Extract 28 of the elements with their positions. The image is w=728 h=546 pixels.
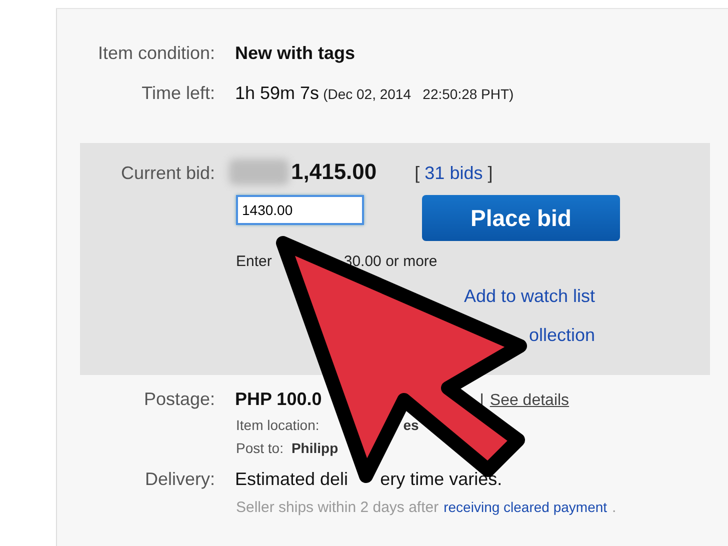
field-label: Delivery: — [144, 469, 216, 490]
field-value: es — [403, 417, 419, 433]
bid-amount: 1,415.00 — [291, 159, 377, 185]
details-link[interactable]: See details — [490, 392, 570, 410]
action-link[interactable]: ollection — [528, 325, 595, 346]
payment-link[interactable]: receiving cleared payment — [444, 499, 608, 516]
blurred-currency — [229, 159, 289, 185]
field-label: Time left: — [140, 83, 216, 104]
field-value: Philipp — [291, 440, 338, 456]
bid-input[interactable]: 1430.00 — [236, 195, 364, 225]
field-label: Item condition: — [96, 43, 216, 64]
bids-link[interactable]: 31 bids — [424, 163, 483, 183]
delivery-estimate: Estimated deli — [235, 469, 348, 490]
end-date: (Dec 02, 2014 22:50:28 PHT) — [323, 86, 514, 102]
bracket: ] — [488, 163, 493, 183]
field-value: 1h 59m 7s — [235, 83, 320, 104]
field-label: Current bid: — [120, 163, 216, 184]
bracket: [ — [414, 163, 420, 183]
field-label: Post to: — [236, 440, 284, 456]
period: . — [612, 499, 616, 516]
postage-cost: PHP 100.0 — [235, 389, 322, 410]
action-link[interactable]: Add to watch list — [464, 286, 595, 307]
place-bid-button[interactable]: Place bid — [422, 195, 620, 241]
shipping-note: Seller ships within 2 days after — [236, 499, 439, 516]
bid-hint: Enter — [236, 253, 272, 270]
field-label: Item location: — [236, 417, 320, 433]
field-value: New with tags — [235, 43, 356, 64]
field-label: Postage: — [142, 389, 216, 410]
